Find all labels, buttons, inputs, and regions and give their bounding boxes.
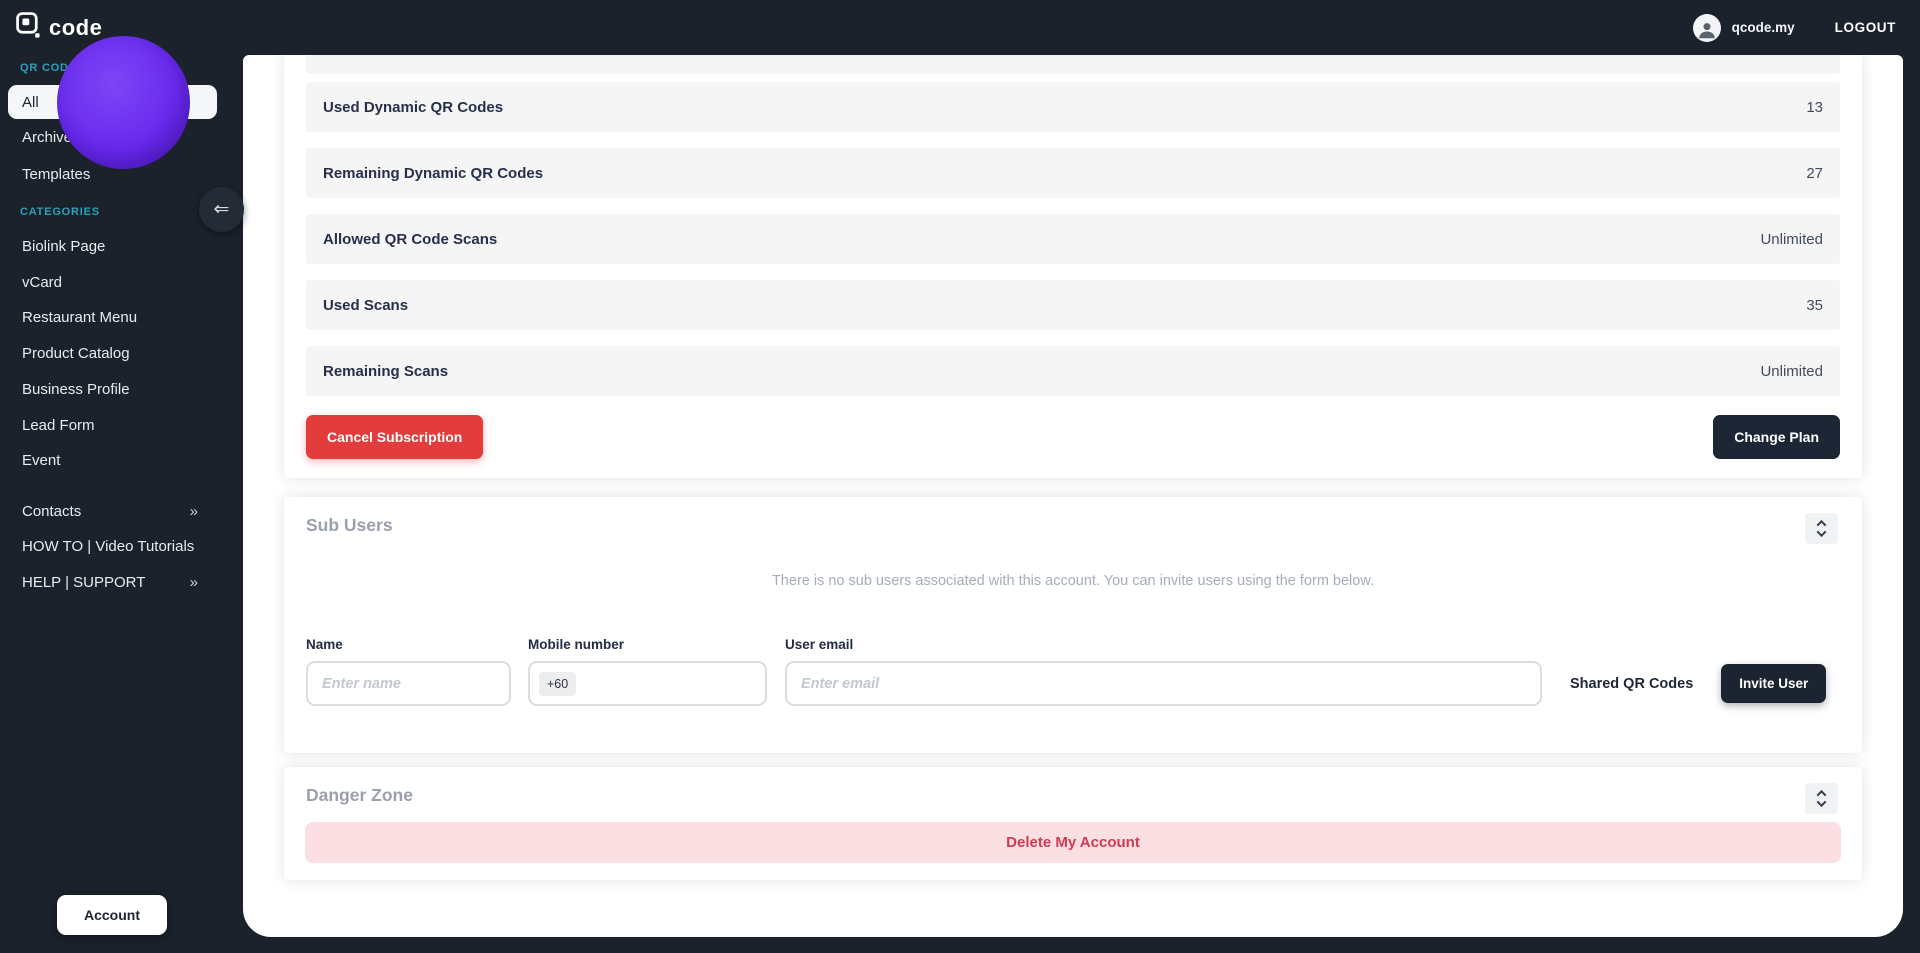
sidebar-item-biolink-page[interactable]: Biolink Page: [22, 238, 105, 255]
sidebar-collapse-button[interactable]: ⇐: [199, 187, 244, 232]
row-label: Used Scans: [323, 296, 409, 314]
sub-users-card: Sub Users There is no sub users associat…: [284, 497, 1862, 753]
partial-row: [306, 55, 1840, 74]
chevron-double-right-icon: »: [189, 574, 198, 591]
collapse-toggle-button[interactable]: [1805, 783, 1838, 814]
row-label: Allowed QR Code Scans: [323, 230, 498, 248]
email-input[interactable]: [785, 661, 1542, 706]
sidebar-item-lead-form[interactable]: Lead Form: [22, 417, 95, 434]
table-row: Allowed QR Code Scans Unlimited: [306, 214, 1840, 264]
sidebar-item-templates[interactable]: Templates: [22, 166, 90, 183]
table-row: Used Scans 35: [306, 280, 1840, 330]
row-label: Used Dynamic QR Codes: [323, 98, 504, 116]
chevron-down-icon: [1816, 527, 1827, 538]
username[interactable]: qcode.my: [1732, 20, 1795, 35]
change-plan-button[interactable]: Change Plan: [1713, 415, 1840, 459]
sidebar-item-vcard[interactable]: vCard: [22, 274, 62, 291]
table-row: Remaining Scans Unlimited: [306, 346, 1840, 396]
logout-button[interactable]: LOGOUT: [1835, 20, 1896, 35]
invite-user-form: Name Mobile number +60 User email Shared…: [306, 637, 1827, 706]
danger-zone-card: Danger Zone Delete My Account: [284, 767, 1862, 880]
row-value: Unlimited: [1760, 230, 1823, 248]
subscription-actions: Cancel Subscription Change Plan: [306, 415, 1840, 459]
row-value: 13: [1806, 98, 1823, 116]
collapse-toggle-button[interactable]: [1805, 513, 1838, 544]
sub-users-title: Sub Users: [306, 515, 393, 535]
country-code-chip: +60: [539, 671, 577, 696]
sidebar-item-label: HELP | SUPPORT: [22, 574, 146, 591]
chevron-double-right-icon: »: [189, 503, 198, 520]
sidebar-item-event[interactable]: Event: [22, 452, 60, 469]
sidebar-item-restaurant-menu[interactable]: Restaurant Menu: [22, 309, 137, 326]
sidebar-item-help-support[interactable]: HELP | SUPPORT »: [22, 574, 198, 591]
row-value: Unlimited: [1760, 362, 1823, 380]
chevron-down-icon: [1816, 797, 1827, 808]
sidebar-item-product-catalog[interactable]: Product Catalog: [22, 345, 130, 362]
row-label: Remaining Dynamic QR Codes: [323, 164, 544, 182]
name-field-group: Name: [306, 637, 511, 706]
table-row: Used Dynamic QR Codes 13: [306, 82, 1840, 132]
cancel-subscription-button[interactable]: Cancel Subscription: [306, 415, 484, 459]
danger-zone-title: Danger Zone: [306, 785, 413, 805]
topbar-right: qcode.my LOGOUT: [1692, 13, 1904, 42]
invite-user-button[interactable]: Invite User: [1721, 664, 1827, 703]
row-value: 27: [1806, 164, 1823, 182]
table-row: Remaining Dynamic QR Codes 27: [306, 148, 1840, 198]
user-avatar[interactable]: [1692, 13, 1721, 42]
logo-text: code: [49, 14, 103, 40]
account-button[interactable]: Account: [57, 895, 167, 935]
row-value: 35: [1806, 296, 1823, 314]
sidebar-item-label: Contacts: [22, 503, 82, 520]
mobile-number-label: Mobile number: [528, 637, 625, 652]
subscription-card: Used Dynamic QR Codes 13 Remaining Dynam…: [284, 55, 1862, 478]
sidebar-item-how-to-video-tutorials[interactable]: HOW TO | Video Tutorials: [22, 538, 198, 555]
mobile-number-input[interactable]: +60: [528, 661, 767, 706]
empty-state-message: There is no sub users associated with th…: [771, 573, 1375, 589]
row-label: Remaining Scans: [323, 362, 449, 380]
email-field-group: User email: [785, 637, 1542, 706]
sidebar-item-business-profile[interactable]: Business Profile: [22, 381, 130, 398]
app-logo[interactable]: code: [16, 11, 103, 44]
sidebar-item-label: HOW TO | Video Tutorials: [22, 538, 195, 555]
top-bar: code qcode.my LOGOUT: [0, 0, 1920, 55]
name-label: Name: [306, 637, 343, 652]
shared-qr-codes-link[interactable]: Shared QR Codes: [1570, 661, 1693, 706]
main-content: Used Dynamic QR Codes 13 Remaining Dynam…: [243, 55, 1903, 937]
sidebar: QR CODES All Archived Templates CATEGORI…: [0, 55, 243, 953]
name-input[interactable]: [306, 661, 511, 706]
delete-my-account-button[interactable]: Delete My Account: [305, 822, 1841, 863]
user-email-label: User email: [785, 637, 854, 652]
categories-heading: CATEGORIES: [20, 206, 100, 218]
qcode-logo-icon: [16, 11, 43, 44]
sidebar-item-contacts[interactable]: Contacts »: [22, 503, 198, 520]
mobile-field-group: Mobile number +60: [528, 637, 767, 706]
collapse-arrow-icon: ⇐: [213, 199, 230, 220]
purple-highlight-circle: [57, 36, 190, 169]
